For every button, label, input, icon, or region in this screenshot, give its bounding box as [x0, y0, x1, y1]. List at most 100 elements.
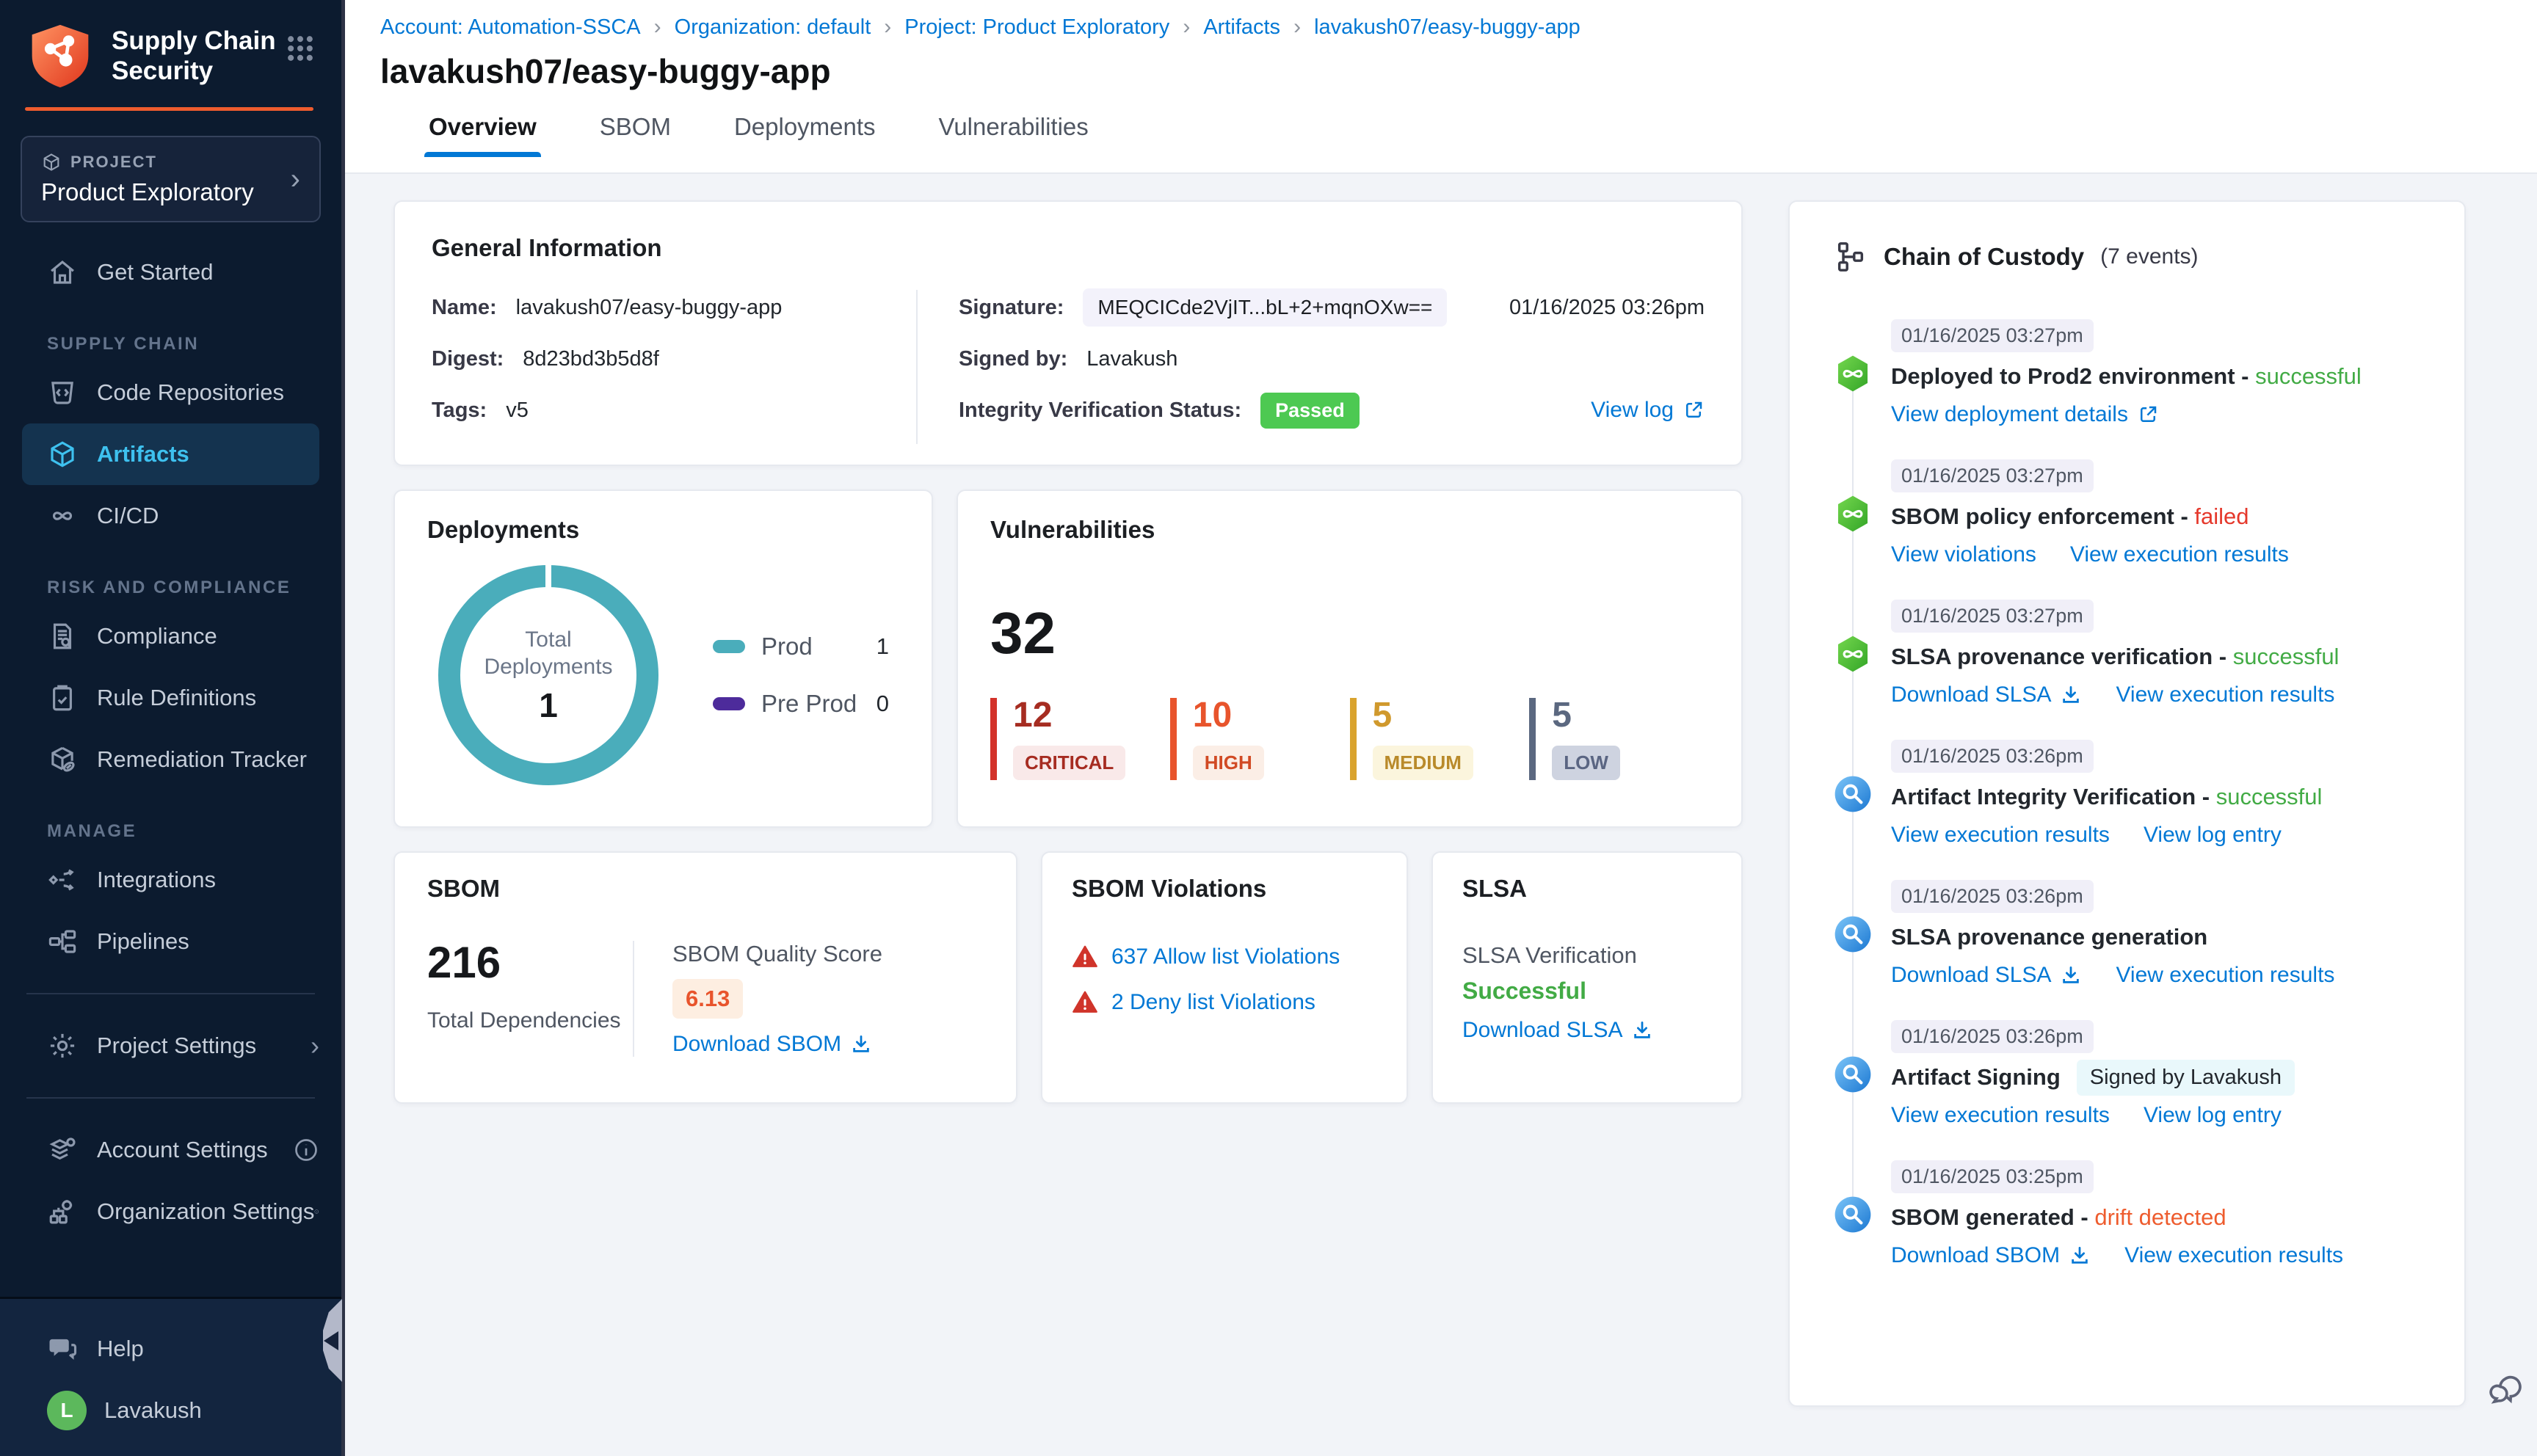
account-layers-icon — [49, 1138, 76, 1160]
event-link[interactable]: View execution results — [2116, 682, 2334, 707]
artifact-cube-icon — [51, 441, 74, 467]
event-link[interactable]: View deployment details — [1891, 402, 2159, 427]
download-sbom-link[interactable]: Download SBOM — [672, 1032, 872, 1057]
sidebar-item-compliance[interactable]: Compliance — [0, 605, 341, 667]
event-title: SLSA provenance verification — [1891, 644, 2213, 669]
sidebar-item-project-settings[interactable]: Project Settings › — [0, 1015, 341, 1077]
chain-event: 01/16/2025 03:27pm SLSA provenance verifi… — [1834, 600, 2435, 707]
divider — [26, 1097, 315, 1099]
breadcrumb-separator: › — [1183, 15, 1191, 39]
sidebar-item-rule-definitions[interactable]: Rule Definitions — [0, 667, 341, 729]
sidebar-item-account-settings[interactable]: Account Settings — [0, 1119, 341, 1181]
event-timestamp: 01/16/2025 03:26pm — [1891, 880, 2094, 913]
sidebar: Supply Chain Security PROJECT Product Ex… — [0, 0, 345, 1456]
chat-widget-icon[interactable] — [2489, 1371, 2527, 1409]
event-link[interactable]: Download SBOM — [1891, 1243, 2091, 1268]
event-link[interactable]: View log entry — [2144, 823, 2282, 848]
sidebar-item-label: Artifacts — [97, 441, 189, 467]
event-link[interactable]: View execution results — [2070, 542, 2289, 567]
sbom-total-label: Total Dependencies — [427, 1008, 621, 1033]
card-title: Vulnerabilities — [990, 516, 1155, 543]
card-title: Deployments — [427, 516, 580, 543]
sidebar-item-code-repositories[interactable]: Code Repositories — [0, 362, 341, 423]
event-link[interactable]: Download SLSA — [1891, 963, 2082, 988]
project-selector[interactable]: PROJECT Product Exploratory › — [21, 136, 321, 222]
vulnerabilities-total: 32 — [990, 600, 1056, 666]
module-switcher-icon[interactable] — [284, 32, 316, 65]
project-name: Product Exploratory — [41, 178, 254, 205]
sbom-quality-score: 6.13 — [672, 979, 744, 1019]
tab-overview[interactable]: Overview — [424, 113, 541, 157]
download-slsa-link[interactable]: Download SLSA — [1462, 1018, 1653, 1043]
event-link[interactable]: View log entry — [2144, 1103, 2282, 1128]
breadcrumb-account[interactable]: Account: Automation-SSCA — [380, 15, 641, 40]
artifact-tags: v5 — [506, 398, 529, 422]
tab-deployments[interactable]: Deployments — [734, 113, 876, 156]
severity-critical: 12 CRITICAL — [990, 698, 1170, 780]
allow-list-violations-link[interactable]: 637 Allow list Violations — [1111, 944, 1340, 969]
sidebar-item-label: Help — [97, 1336, 144, 1361]
sidebar-item-help[interactable]: ? Help — [0, 1318, 341, 1380]
tab-vulnerabilities[interactable]: Vulnerabilities — [939, 113, 1089, 156]
section-risk-and-compliance: RISK AND COMPLIANCE — [47, 578, 291, 597]
event-link[interactable]: View execution results — [2124, 1243, 2343, 1268]
sbom-violations-card: SBOM Violations 637 Allow list Violation… — [1041, 851, 1408, 1104]
signed-by-label: Signed by: — [959, 346, 1068, 371]
sidebar-item-remediation-tracker[interactable]: Remediation Tracker — [0, 729, 341, 790]
sidebar-item-artifacts[interactable]: Artifacts — [22, 423, 319, 485]
event-status: drift detected — [2094, 1204, 2226, 1230]
tab-bar: Overview SBOM Deployments Vulnerabilitie… — [424, 113, 2537, 157]
event-link[interactable]: View execution results — [1891, 1103, 2110, 1128]
card-title: General Information — [432, 234, 662, 261]
download-icon — [853, 1035, 869, 1052]
deployments-legend: Prod 1 Pre Prod 0 — [713, 633, 889, 718]
signed-by-value: Lavakush — [1086, 346, 1178, 371]
breadcrumb-current[interactable]: lavakush07/easy-buggy-app — [1314, 15, 1580, 40]
breadcrumb-artifacts[interactable]: Artifacts — [1203, 15, 1280, 40]
event-status: successful — [2232, 644, 2340, 669]
sidebar-user[interactable]: L Lavakush — [0, 1380, 341, 1441]
svg-text:?: ? — [56, 1341, 62, 1353]
chain-event: 01/16/2025 03:27pm Deployed to Prod2 envi… — [1834, 319, 2435, 427]
event-status: failed — [2194, 503, 2249, 529]
sidebar-item-label: Organization Settings — [97, 1198, 315, 1224]
slsa-verification-status: Successful — [1462, 978, 1586, 1004]
gear-icon — [50, 1033, 75, 1058]
sidebar-item-organization-settings[interactable]: Organization Settings — [0, 1181, 341, 1242]
sidebar-item-integrations[interactable]: Integrations — [0, 849, 341, 911]
severity-badge: MEDIUM — [1372, 746, 1473, 780]
event-link[interactable]: Download SLSA — [1891, 682, 2082, 707]
content: General Information Name: lavakush07/easy… — [345, 174, 2537, 1456]
sidebar-item-label: Remediation Tracker — [97, 746, 308, 772]
sidebar-item-cicd[interactable]: CI/CD — [0, 485, 341, 547]
breadcrumb-project[interactable]: Project: Product Exploratory — [904, 15, 1169, 40]
divider — [26, 993, 315, 994]
event-title: SBOM policy enforcement — [1891, 503, 2174, 529]
info-icon — [295, 1139, 317, 1161]
panel-title: Chain of Custody — [1884, 243, 2085, 270]
pipeline-hexagon-icon — [1834, 495, 1872, 533]
sidebar-item-label: Pipelines — [97, 928, 189, 954]
event-status: successful — [2215, 784, 2323, 809]
supply-chain-security-logo-icon — [32, 24, 89, 88]
sidebar-item-get-started[interactable]: Get Started — [0, 241, 341, 303]
chain-event: 01/16/2025 03:26pm Artifact Integrity Ver… — [1834, 740, 2435, 848]
event-link[interactable]: View execution results — [2116, 963, 2334, 988]
deployments-card: Deployments Total Deployments 1 Prod 1 P… — [393, 489, 933, 828]
signed-by-badge: Signed by Lavakush — [2076, 1059, 2295, 1096]
event-link[interactable]: View violations — [1891, 542, 2036, 567]
event-timestamp: 01/16/2025 03:27pm — [1891, 459, 2094, 492]
logo-row: Supply Chain Security — [0, 0, 341, 104]
sbom-total-dependencies: 216 — [427, 938, 501, 987]
severity-medium: 5 MEDIUM — [1349, 698, 1530, 780]
event-link[interactable]: View execution results — [1891, 823, 2110, 848]
integrity-status-label: Integrity Verification Status: — [959, 398, 1242, 422]
code-repository-icon — [51, 382, 73, 404]
breadcrumb-organization[interactable]: Organization: default — [675, 15, 871, 40]
card-title: SBOM Violations — [1072, 875, 1267, 902]
sidebar-item-pipelines[interactable]: Pipelines — [0, 911, 341, 972]
tab-sbom[interactable]: SBOM — [600, 113, 671, 156]
view-log-link[interactable]: View log — [1591, 398, 1705, 423]
artifact-digest: 8d23bd3b5d8f — [523, 346, 659, 371]
deny-list-violations-link[interactable]: 2 Deny list Violations — [1111, 990, 1315, 1015]
